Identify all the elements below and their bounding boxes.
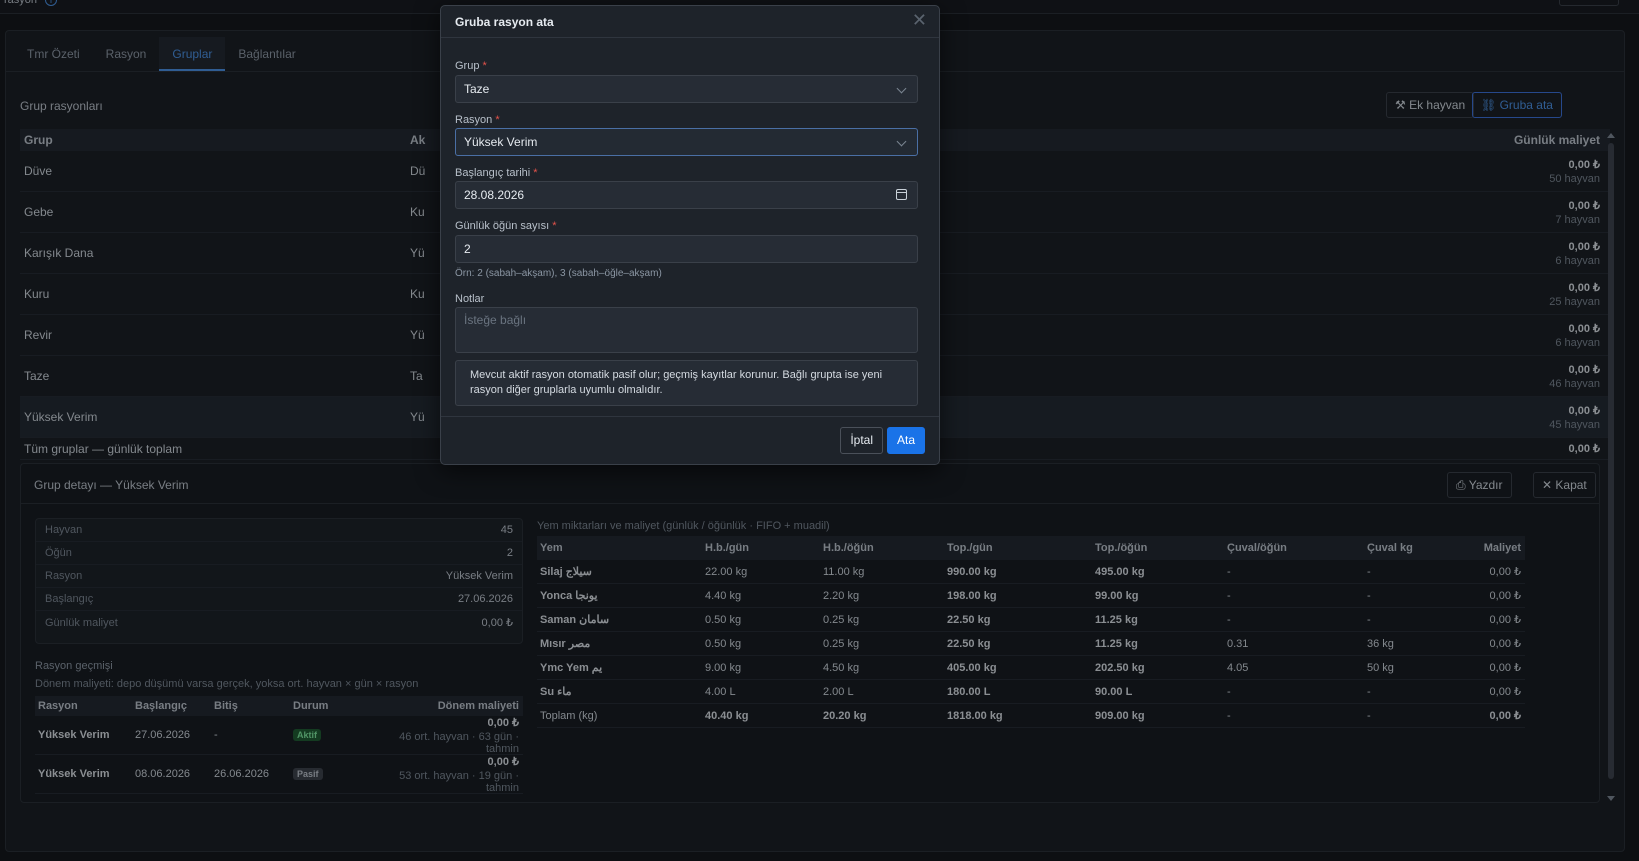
assign-button[interactable]: Ata (886, 427, 925, 454)
close-icon[interactable]: ✕ (912, 11, 927, 29)
notes-label: Notlar (455, 293, 485, 305)
info-alert: Mevcut aktif rasyon otomatik pasif olur;… (455, 360, 918, 406)
ration-label: Rasyon * (455, 114, 500, 126)
start-date-input[interactable]: 28.08.2026 (455, 181, 918, 209)
notes-textarea[interactable] (455, 307, 918, 353)
calendar-icon[interactable] (896, 189, 907, 200)
meals-hint: Örn: 2 (sabah–akşam), 3 (sabah–öğle–akşa… (455, 268, 662, 279)
modal-title: Gruba rasyon ata (455, 15, 554, 29)
chevron-down-icon (896, 136, 907, 147)
chevron-down-icon (896, 83, 907, 94)
ration-select[interactable]: Yüksek Verim (455, 128, 918, 156)
start-date-label: Başlangıç tarihi * (455, 167, 538, 179)
meals-input[interactable]: 2 (455, 235, 918, 263)
group-select[interactable]: Taze (455, 75, 918, 103)
group-label: Grup * (455, 60, 487, 72)
cancel-button[interactable]: İptal (840, 427, 883, 454)
assign-ration-modal: Gruba rasyon ata ✕ Grup * Taze Rasyon * … (440, 5, 940, 465)
meals-label: Günlük öğün sayısı * (455, 220, 557, 232)
